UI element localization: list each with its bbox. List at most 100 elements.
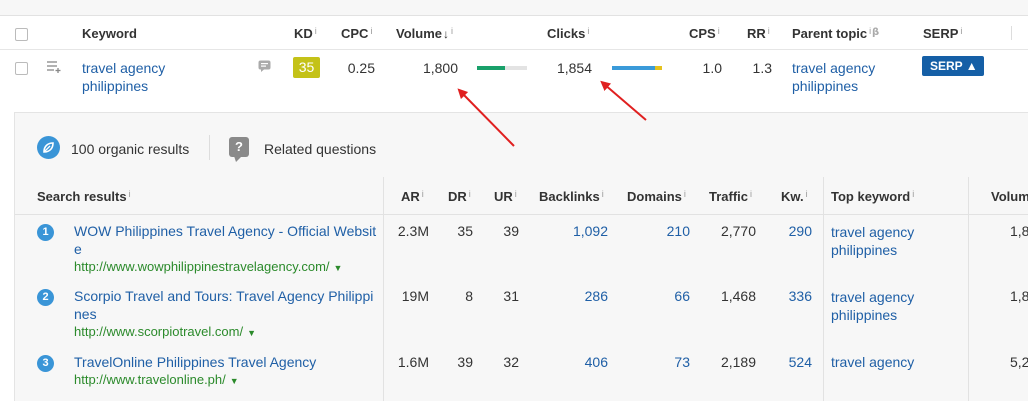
col-domains[interactable]: Domains i [627,189,686,204]
add-to-list-icon[interactable] [46,60,62,74]
traffic-value: 2,189 [720,354,756,370]
ur-value: 31 [503,288,519,304]
top-keyword-line: travel agency [831,289,915,305]
serp-tabs: 100 organic results ? Related questions [15,113,1028,177]
info-icon[interactable]: i [587,26,589,36]
keywords-link[interactable]: 336 [789,288,812,304]
info-icon[interactable]: i [370,26,372,36]
keyword-table-header: Keyword KD i CPC i Volume↓ i Clicks i CPS i R… [0,16,1028,50]
col-serp[interactable]: SERP i [923,26,962,41]
result-title-link[interactable]: TravelOnline Philippines Travel Agency [74,353,377,371]
col-cps[interactable]: CPS i [689,26,720,41]
col-domains-label: Domains [627,189,682,204]
parent-topic-link[interactable]: travel agency philippines [792,59,875,95]
top-keyword-link[interactable]: travel agency philippines [831,288,914,324]
clicks-bar-paid [654,66,662,70]
col-keyword-label: Keyword [82,26,137,41]
serp-results-header: Search results i AR i DR i UR i Backlinks i D… [15,177,1028,215]
volume-bar-fill [477,66,505,70]
tab-divider [209,135,210,160]
leaf-icon [37,136,60,159]
info-icon[interactable]: i [515,189,517,199]
col-search-results[interactable]: Search results i [37,189,131,204]
serp-result-row: 1 WOW Philippines Travel Agency - Offici… [15,215,1028,283]
bubble-tail-icon [234,156,242,162]
backlinks-link[interactable]: 286 [585,288,608,304]
top-keyword-link[interactable]: travel agency [831,354,914,370]
col-cpc[interactable]: CPC i [341,26,372,41]
top-keyword-line: philippines [831,242,898,258]
result-url-link[interactable]: http://www.scorpiotravel.com/▼ [74,324,256,339]
info-icon[interactable]: i [718,26,720,36]
info-icon[interactable]: i [422,189,424,199]
col-ur[interactable]: UR i [494,189,517,204]
col-top-keyword[interactable]: Top keyword i [831,189,914,204]
info-icon[interactable]: i [960,26,962,36]
row-checkbox[interactable] [15,62,28,75]
serp-toggle-button[interactable]: SERP ▲ [922,56,984,76]
col-traffic-label: Traffic [709,189,749,204]
sort-down-icon: ↓ [443,27,449,41]
backlinks-link[interactable]: 406 [585,354,608,370]
dropdown-caret-icon[interactable]: ▼ [334,263,343,273]
col-clicks[interactable]: Clicks i [547,26,589,41]
tab-organic-results[interactable]: 100 organic results [71,141,189,157]
col-kd[interactable]: KD i [294,26,317,41]
info-icon[interactable]: i [684,189,686,199]
domains-link[interactable]: 73 [674,354,690,370]
dr-value: 35 [457,223,473,239]
dropdown-caret-icon[interactable]: ▼ [230,376,239,386]
info-icon[interactable]: i [869,26,871,36]
col-ar[interactable]: AR i [401,189,424,204]
info-icon[interactable]: i [768,26,770,36]
col-volume[interactable]: Volume↓ i [396,26,453,41]
col-search-results-label: Search results [37,189,127,204]
col-rr[interactable]: RR i [747,26,770,41]
info-icon[interactable]: i [750,189,752,199]
result-title-link[interactable]: Scorpio Travel and Tours: Travel Agency … [74,287,377,323]
info-icon[interactable]: i [469,189,471,199]
domains-link[interactable]: 66 [674,288,690,304]
col-serp-label: SERP [923,26,959,41]
col-keyword[interactable]: Keyword [82,26,137,41]
result-url-link[interactable]: http://www.travelonline.ph/ ▼ [74,372,239,387]
result-url-link[interactable]: http://www.wowphilippinestravelagency.co… [74,259,342,274]
col-traffic[interactable]: Traffic i [709,189,752,204]
dropdown-caret-icon[interactable]: ▼ [247,328,256,338]
info-icon[interactable]: i [806,189,808,199]
backlinks-link[interactable]: 1,092 [573,223,608,239]
col-dr[interactable]: DR i [448,189,471,204]
keyword-row: travel agency philippines 35 0.25 1,800 … [0,50,1028,112]
top-keyword-link[interactable]: travel agency philippines [831,223,914,259]
result-title-link[interactable]: WOW Philippines Travel Agency - Official… [74,222,377,258]
keywords-link[interactable]: 290 [789,223,812,239]
col-parent-topic-label: Parent topic [792,26,868,41]
clicks-bar-organic [612,66,655,70]
col-rr-label: RR [747,26,766,41]
parent-topic-line: travel agency [792,60,876,76]
col-kw[interactable]: Kw. i [781,189,808,204]
result-volume: 1,80 [1010,288,1028,304]
info-icon[interactable]: i [451,26,453,36]
col-volume-serp[interactable]: Volum [991,189,1028,204]
keyword-link[interactable]: travel agency philippines [82,59,165,95]
result-url: http://www.travelonline.ph/ [74,372,226,387]
col-backlinks[interactable]: Backlinks i [539,189,604,204]
col-backlinks-label: Backlinks [539,189,600,204]
traffic-value: 2,770 [720,223,756,239]
domains-link[interactable]: 210 [667,223,690,239]
col-parent-topic[interactable]: Parent topic i β [792,26,881,41]
info-icon[interactable]: i [129,189,131,199]
info-icon[interactable]: i [602,189,604,199]
position-badge: 1 [37,224,54,241]
clicks-bar [612,66,662,70]
kd-badge: 35 [293,57,320,78]
info-icon[interactable]: i [912,189,914,199]
keywords-link[interactable]: 524 [789,354,812,370]
tab-related-questions[interactable]: Related questions [264,141,376,157]
serp-features-icon[interactable] [258,60,271,72]
info-icon[interactable]: i [315,26,317,36]
clicks-value: 1,854 [556,60,592,76]
select-all-checkbox[interactable] [15,28,28,41]
ar-value: 2.3M [397,223,429,239]
